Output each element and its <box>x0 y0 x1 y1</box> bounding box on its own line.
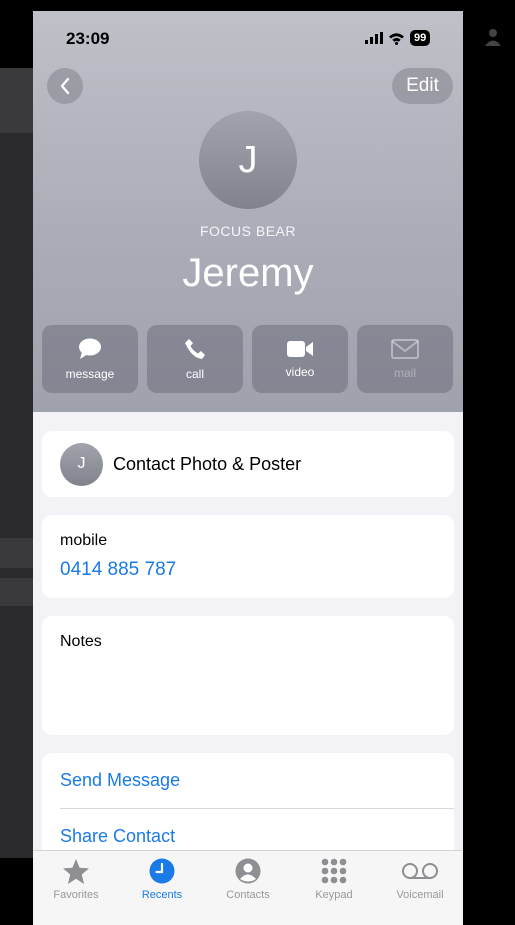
notes-label: Notes <box>60 633 102 650</box>
status-time: 23:09 <box>66 29 110 48</box>
mail-action-button: mail <box>357 325 453 393</box>
video-action-button[interactable]: video <box>252 325 348 393</box>
back-button[interactable] <box>47 68 83 104</box>
signal-icon <box>365 32 383 44</box>
tab-recents[interactable]: Recents <box>119 851 205 925</box>
message-action-button[interactable]: message <box>42 325 138 393</box>
mobile-number-link[interactable]: 0414 885 787 <box>60 559 176 581</box>
mobile-number-card[interactable]: mobile 0414 885 787 <box>42 515 454 598</box>
background-person-icon <box>485 29 501 46</box>
notes-card[interactable]: Notes <box>42 616 454 735</box>
person-circle-icon <box>235 858 261 884</box>
video-camera-icon <box>287 340 313 357</box>
divider <box>60 808 454 809</box>
mobile-label: mobile <box>60 532 108 549</box>
tab-favorites[interactable]: Favorites <box>33 851 119 925</box>
wifi-icon <box>389 32 404 45</box>
edit-button[interactable]: Edit <box>392 68 453 104</box>
background-band <box>0 578 33 606</box>
message-action-label: message <box>65 366 115 381</box>
quick-actions: message call video mail <box>42 325 453 393</box>
tab-voicemail-label: Voicemail <box>396 889 444 901</box>
contact-photo-poster-label: Contact Photo & Poster <box>113 453 302 474</box>
tab-recents-label: Recents <box>141 889 183 901</box>
tab-favorites-label: Favorites <box>53 889 99 901</box>
share-contact-link[interactable]: Share Contact <box>60 826 175 847</box>
keypad-icon <box>321 858 347 884</box>
tab-keypad-label: Keypad <box>315 889 353 901</box>
star-icon <box>63 858 89 884</box>
status-icons: 99 <box>365 29 431 47</box>
contact-header: 23:09 99 Edit J FOCUS BEAR Jeremy messag… <box>33 11 463 412</box>
tab-bar: Favorites Recents Contacts Keypad Voicem… <box>33 850 463 925</box>
contact-avatar[interactable]: J <box>199 111 297 209</box>
envelope-icon <box>391 338 419 359</box>
voicemail-icon <box>402 863 438 879</box>
small-avatar: J <box>60 442 103 486</box>
message-bubble-icon <box>79 338 101 359</box>
call-action-label: call <box>185 366 204 381</box>
chevron-left-icon <box>60 77 70 95</box>
mail-action-label: mail <box>393 365 416 380</box>
call-action-button[interactable]: call <box>147 325 243 393</box>
tab-contacts-label: Contacts <box>226 889 270 901</box>
video-action-label: video <box>285 364 315 379</box>
background-band <box>0 68 33 133</box>
tab-contacts[interactable]: Contacts <box>205 851 291 925</box>
contact-name: Jeremy <box>182 251 314 295</box>
battery-indicator: 99 <box>410 30 431 46</box>
send-message-link[interactable]: Send Message <box>60 770 180 791</box>
contact-photo-poster-row[interactable]: J Contact Photo & Poster <box>42 431 454 497</box>
contact-detail-screen: 23:09 99 Edit J FOCUS BEAR Jeremy messag… <box>33 11 463 925</box>
clock-icon <box>149 858 175 884</box>
tab-keypad[interactable]: Keypad <box>291 851 377 925</box>
background-band <box>0 538 33 568</box>
background-app-edge <box>0 68 33 858</box>
contact-company: FOCUS BEAR <box>199 223 296 239</box>
phone-icon <box>185 338 205 359</box>
tab-voicemail[interactable]: Voicemail <box>377 851 463 925</box>
